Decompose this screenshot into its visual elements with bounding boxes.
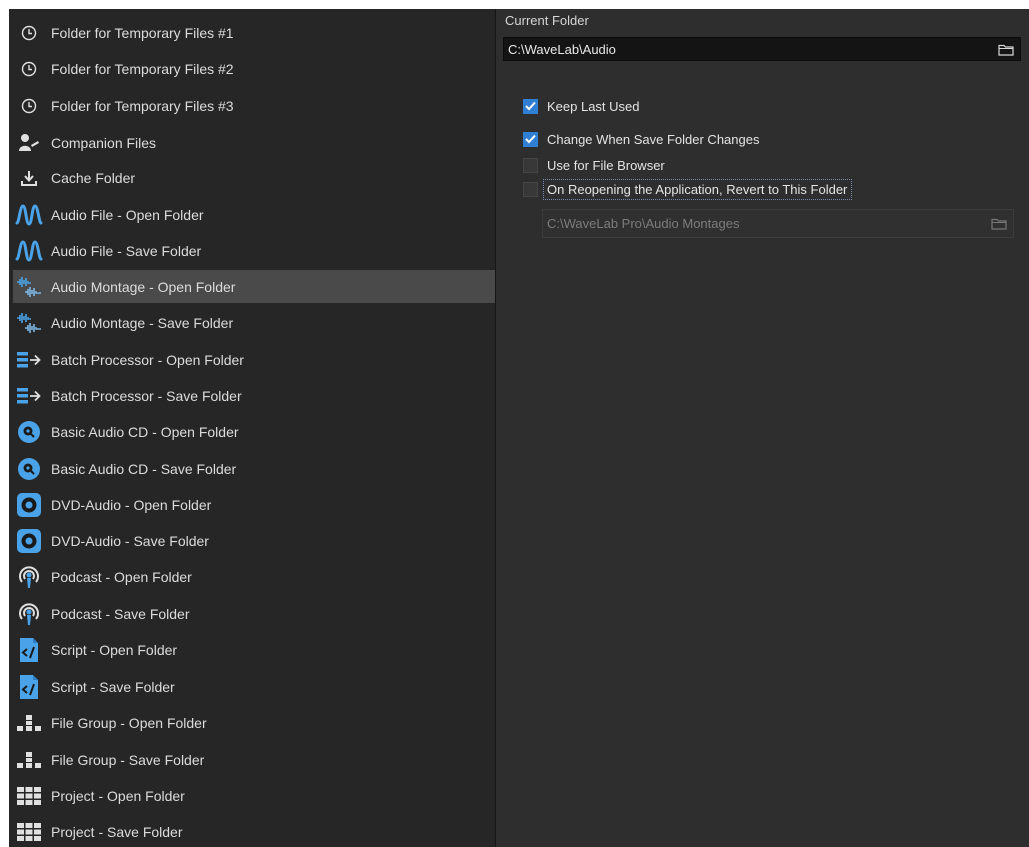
file-group-icon (15, 709, 43, 737)
sidebar-item-label: Batch Processor - Open Folder (51, 351, 244, 368)
sidebar-item-label: Folder for Temporary Files #2 (51, 60, 234, 77)
revert-on-reopen-option[interactable]: On Reopening the Application, Revert to … (523, 177, 853, 201)
sidebar-item-label: Script - Save Folder (51, 678, 175, 695)
sidebar-item-label: Audio File - Open Folder (51, 206, 204, 223)
podcast-icon (15, 600, 43, 628)
browse-revert-folder-icon (988, 214, 1010, 234)
keep-last-used-option[interactable]: Keep Last Used (523, 95, 640, 117)
sidebar-item-audio-montage-open-folder[interactable]: Audio Montage - Open Folder (13, 270, 495, 303)
sidebar-item-batch-processor-save-folder[interactable]: Batch Processor - Save Folder (13, 379, 495, 412)
sidebar-item-basic-audio-cd-open-folder[interactable]: Basic Audio CD - Open Folder (13, 415, 495, 448)
sidebar-item-dvd-audio-save-folder[interactable]: DVD-Audio - Save Folder (13, 524, 495, 557)
sidebar-item-label: Podcast - Open Folder (51, 568, 192, 585)
dvd-icon (15, 491, 43, 519)
sidebar-item-label: DVD-Audio - Open Folder (51, 496, 212, 513)
sidebar-item-audio-file-save-folder[interactable]: Audio File - Save Folder (13, 234, 495, 267)
sidebar-item-file-group-save-folder[interactable]: File Group - Save Folder (13, 743, 495, 776)
sidebar-item-batch-processor-open-folder[interactable]: Batch Processor - Open Folder (13, 343, 495, 376)
change-when-save-option[interactable]: Change When Save Folder Changes (523, 128, 759, 150)
current-folder-label: Current Folder (505, 13, 589, 28)
keep-last-used-label: Keep Last Used (547, 98, 640, 114)
revert-on-reopen-checkbox[interactable] (523, 181, 538, 197)
sidebar-item-label: Podcast - Save Folder (51, 605, 190, 622)
sidebar-item-companion-files[interactable]: Companion Files (13, 126, 495, 159)
companion-files-icon (15, 129, 43, 157)
sidebar-item-label: Audio Montage - Open Folder (51, 278, 236, 295)
folder-category-list: Folder for Temporary Files #1 Folder for … (9, 9, 496, 847)
audio-montage-icon (15, 273, 43, 301)
sidebar-item-label: Script - Open Folder (51, 641, 178, 658)
download-icon (15, 164, 43, 192)
sidebar-item-label: Project - Save Folder (51, 823, 183, 840)
waveform-icon (15, 237, 43, 265)
use-for-file-browser-checkbox[interactable] (523, 157, 538, 173)
sidebar-item-label: Project - Open Folder (51, 787, 185, 804)
revert-folder-field: C:\WaveLab Pro\Audio Montages (542, 209, 1014, 238)
use-for-file-browser-option[interactable]: Use for File Browser (523, 154, 665, 176)
sidebar-item-dvd-audio-open-folder[interactable]: DVD-Audio - Open Folder (13, 488, 495, 521)
batch-processor-icon (15, 346, 43, 374)
sidebar-item-label: Folder for Temporary Files #1 (51, 24, 234, 41)
project-grid-icon (15, 818, 43, 846)
cd-icon (15, 418, 43, 446)
sidebar-item-audio-file-open-folder[interactable]: Audio File - Open Folder (13, 198, 495, 231)
sidebar-item-label: Companion Files (51, 134, 157, 151)
sidebar-item-label: Audio File - Save Folder (51, 242, 202, 259)
revert-on-reopen-label: On Reopening the Application, Revert to … (543, 178, 853, 200)
sidebar-item-project-save-folder[interactable]: Project - Save Folder (13, 815, 495, 847)
sidebar-item-project-open-folder[interactable]: Project - Open Folder (13, 779, 495, 812)
sidebar-item-label: DVD-Audio - Save Folder (51, 532, 209, 549)
script-icon (15, 673, 43, 701)
sidebar-item-folder-for-temporary-files-1[interactable]: Folder for Temporary Files #1 (13, 16, 495, 49)
sidebar-item-label: Basic Audio CD - Save Folder (51, 460, 237, 477)
clock-icon (15, 55, 43, 83)
current-folder-field[interactable]: C:\WaveLab\Audio (503, 37, 1021, 61)
sidebar-item-basic-audio-cd-save-folder[interactable]: Basic Audio CD - Save Folder (13, 452, 495, 485)
sidebar-item-podcast-open-folder[interactable]: Podcast - Open Folder (13, 560, 495, 593)
sidebar-item-podcast-save-folder[interactable]: Podcast - Save Folder (13, 597, 495, 630)
sidebar-item-audio-montage-save-folder[interactable]: Audio Montage - Save Folder (13, 306, 495, 339)
use-for-file-browser-label: Use for File Browser (547, 157, 665, 173)
audio-montage-icon (15, 309, 43, 337)
batch-processor-icon (15, 382, 43, 410)
change-when-save-label: Change When Save Folder Changes (547, 131, 760, 147)
change-when-save-checkbox[interactable] (523, 131, 538, 147)
sidebar-item-label: Folder for Temporary Files #3 (51, 97, 234, 114)
project-grid-icon (15, 782, 43, 810)
sidebar-item-label: Cache Folder (51, 169, 136, 186)
clock-icon (15, 92, 43, 120)
keep-last-used-checkbox[interactable] (523, 98, 538, 114)
sidebar-item-label: File Group - Open Folder (51, 714, 207, 731)
preferences-folders-panel: Folder for Temporary Files #1 Folder for … (9, 9, 1029, 847)
sidebar-item-script-save-folder[interactable]: Script - Save Folder (13, 670, 495, 703)
sidebar-item-label: Audio Montage - Save Folder (51, 314, 234, 331)
current-folder-path[interactable]: C:\WaveLab\Audio (508, 42, 995, 57)
revert-folder-path: C:\WaveLab Pro\Audio Montages (547, 216, 740, 231)
sidebar-item-folder-for-temporary-files-3[interactable]: Folder for Temporary Files #3 (13, 89, 495, 122)
file-group-icon (15, 746, 43, 774)
podcast-icon (15, 563, 43, 591)
sidebar-item-file-group-open-folder[interactable]: File Group - Open Folder (13, 706, 495, 739)
folder-settings-pane: Current Folder C:\WaveLab\Audio Keep Las… (496, 9, 1029, 847)
script-icon (15, 636, 43, 664)
sidebar-item-label: Basic Audio CD - Open Folder (51, 423, 239, 440)
cd-icon (15, 455, 43, 483)
waveform-icon (15, 201, 43, 229)
dvd-icon (15, 527, 43, 555)
sidebar-item-label: File Group - Save Folder (51, 751, 205, 768)
sidebar-item-script-open-folder[interactable]: Script - Open Folder (13, 633, 495, 666)
clock-icon (15, 19, 43, 47)
sidebar-item-cache-folder[interactable]: Cache Folder (13, 161, 495, 194)
sidebar-item-folder-for-temporary-files-2[interactable]: Folder for Temporary Files #2 (13, 52, 495, 85)
browse-folder-icon[interactable] (995, 39, 1017, 59)
sidebar-item-label: Batch Processor - Save Folder (51, 387, 242, 404)
